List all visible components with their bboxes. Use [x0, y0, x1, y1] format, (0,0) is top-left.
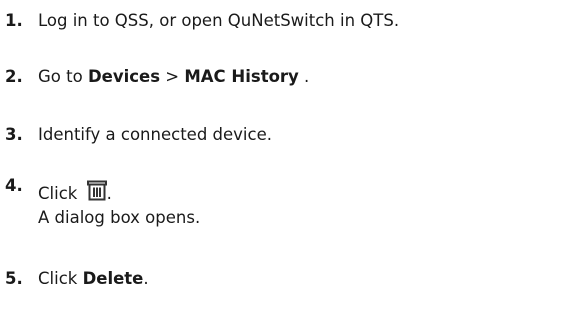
- instruction-steps: 1. Log in to QSS, or open QuNetSwitch in…: [0, 0, 562, 309]
- step-result: A dialog box opens.: [38, 208, 201, 227]
- menu-devices: Devices: [87, 67, 161, 86]
- step-number: 3.: [5, 125, 23, 144]
- trash-icon: [86, 180, 107, 207]
- step-prefix: Click: [38, 184, 83, 203]
- separator: >: [160, 67, 185, 86]
- step-text: Click Delete.: [38, 268, 149, 290]
- menu-mac-history: MAC History: [184, 67, 299, 86]
- step-number: 1.: [5, 11, 23, 30]
- step-text: Click . A dialog box opens.: [38, 180, 200, 229]
- step-text: Go to Devices > MAC History .: [38, 66, 309, 88]
- delete-button-label: Delete: [82, 269, 144, 288]
- step-number: 4.: [5, 176, 23, 195]
- step-prefix: Go to: [38, 67, 88, 86]
- step-number: 2.: [5, 67, 23, 86]
- step-text: Log in to QSS, or open QuNetSwitch in QT…: [38, 11, 400, 30]
- step-suffix: .: [143, 269, 149, 288]
- step-suffix: .: [106, 184, 112, 203]
- step-number: 5.: [5, 269, 23, 288]
- step-text: Identify a connected device.: [38, 125, 272, 144]
- step-suffix: .: [298, 67, 310, 86]
- step-prefix: Click: [38, 269, 83, 288]
